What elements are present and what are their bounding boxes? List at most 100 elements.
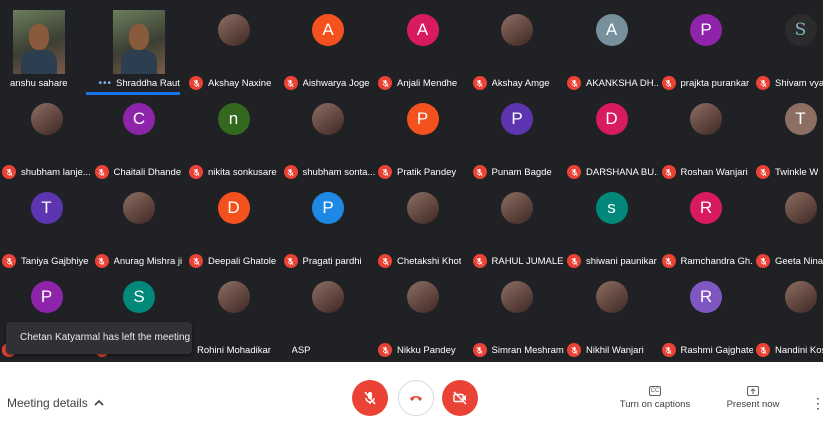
microphone-toggle-button[interactable] [352, 380, 388, 416]
participant-tile[interactable]: Pprajkta purankar [660, 4, 753, 93]
participant-tile[interactable]: Rohini Mohadikar [187, 271, 280, 360]
participant-name-row: Akshay Amge [471, 74, 564, 92]
participant-tile[interactable]: A Aishwarya Joge [282, 4, 375, 93]
participant-name-row: Geeta Ninawe [754, 252, 823, 270]
leave-call-button[interactable] [398, 380, 434, 416]
mic-muted-icon [472, 343, 487, 357]
participant-name: shiwani paunikar [586, 255, 657, 267]
camera-toggle-button[interactable] [442, 380, 478, 416]
participant-name-row: RAHUL JUMALE [471, 252, 564, 270]
participant-name: Akshay Amge [491, 77, 550, 89]
participant-name-row: Rohini Mohadikar [187, 341, 280, 359]
participant-avatar [501, 281, 533, 313]
mic-off-icon [364, 391, 376, 405]
participant-avatar: P [312, 192, 344, 224]
participant-tile[interactable]: T Twinkle W [754, 93, 823, 182]
mic-muted-icon [567, 165, 581, 179]
mic-muted-icon [2, 254, 16, 268]
mic-muted-icon [378, 343, 392, 357]
participant-tile[interactable]: n nikita sonkusare [187, 93, 280, 182]
participant-tile[interactable]: T Taniya Gajbhiye [0, 182, 93, 271]
participant-tile[interactable]: D DARSHANA BU... [565, 93, 658, 182]
mic-muted-icon [189, 254, 203, 268]
participant-name-row: Twinkle W [754, 163, 823, 181]
turn-on-captions-button[interactable]: CC Turn on captions [619, 386, 691, 410]
participant-name: Anjali Mendhe [397, 77, 458, 89]
participant-tile[interactable]: Nandini Kose [754, 271, 823, 360]
participant-name-row: Nikhil Wanjari [565, 341, 658, 359]
participant-avatar [312, 103, 344, 135]
participant-tile[interactable]: Chetakshi Khot [376, 182, 469, 271]
participant-tile[interactable]: A AKANKSHA DH... [565, 4, 658, 93]
participant-name-row: AKANKSHA DH... [565, 74, 658, 92]
participant-avatar [123, 192, 155, 224]
participant-name-row: Roshan Wanjari [660, 163, 753, 181]
mic-muted-icon [378, 165, 392, 179]
participant-tile[interactable]: shubham sonta... [282, 93, 375, 182]
participant-avatar [595, 281, 628, 313]
participant-tile[interactable]: shubham lanje... [0, 93, 93, 182]
participant-tile[interactable]: R Ramchandra Gh... [660, 182, 753, 271]
participant-tile[interactable]: D Deepali Ghatole [187, 182, 280, 271]
participant-avatar [217, 14, 250, 46]
participant-tile[interactable]: Akshay Naxine [187, 4, 280, 93]
participant-tile[interactable]: Simran Meshram [471, 271, 564, 360]
camera-off-icon [453, 391, 467, 405]
participant-tile[interactable]: Nikku Pandey [376, 271, 469, 360]
participant-name: Shivam vyas [775, 77, 823, 89]
participant-tile[interactable]: P Pratik Pandey [376, 93, 469, 182]
participant-tile[interactable]: ••• Shraddha Raut [93, 4, 186, 93]
participant-tile[interactable]: A Anjali Mendhe [376, 4, 469, 93]
participant-tile[interactable]: s shiwani paunikar [565, 182, 658, 271]
participant-tile[interactable]: RAHUL JUMALE [471, 182, 564, 271]
participant-name: anshu sahare [10, 77, 68, 89]
participant-name-row: shubham lanje... [0, 163, 93, 181]
participant-tile[interactable]: P Punam Bagde [471, 93, 564, 182]
participant-tile[interactable]: Anurag Mishra ji [93, 182, 186, 271]
participant-name-row: shiwani paunikar [565, 252, 658, 270]
mic-muted-icon [567, 76, 581, 90]
hang-up-icon [410, 396, 422, 401]
participant-avatar [406, 281, 439, 313]
meeting-details-button[interactable]: Meeting details [7, 396, 104, 410]
participant-tile[interactable]: S Shivam vyas [754, 4, 823, 93]
participant-name: Geeta Ninawe [775, 255, 823, 267]
participant-tile[interactable]: anshu sahare [0, 4, 93, 93]
participant-tile[interactable]: Roshan Wanjari [660, 93, 753, 182]
participant-name-row: Ramchandra Gh... [660, 252, 753, 270]
participant-name: Rohini Mohadikar [197, 344, 271, 356]
mic-muted-icon [378, 76, 392, 90]
participant-name: Anurag Mishra ji [113, 255, 183, 267]
participant-avatar [690, 103, 722, 135]
participant-avatar [406, 192, 439, 224]
participant-video-feed [13, 10, 65, 74]
participant-avatar: A [406, 14, 439, 46]
participant-tile[interactable]: C Chaitali Dhande [93, 93, 186, 182]
participant-avatar: n [217, 103, 250, 135]
mic-muted-icon [94, 254, 109, 268]
participant-avatar [312, 281, 344, 313]
participant-name-row: Punam Bagde [471, 163, 564, 181]
participant-name: Akshay Naxine [208, 77, 272, 89]
present-label: Present now [726, 399, 780, 410]
more-options-icon[interactable]: ⋮ [811, 396, 823, 410]
present-screen-icon [747, 386, 759, 396]
participant-name-row: Pragati pardhi [282, 252, 375, 270]
participant-name-row: Simran Meshram [471, 341, 564, 359]
participant-name: Pragati pardhi [302, 255, 362, 267]
present-now-button[interactable]: Present now [726, 386, 780, 410]
participant-name-row: ••• Shraddha Raut [93, 74, 186, 92]
participant-tile[interactable]: P Pragati pardhi [282, 182, 375, 271]
participant-name-row: Shivam vyas [754, 74, 823, 92]
participant-name: Nikku Pandey [397, 344, 456, 356]
participant-tile[interactable]: Akshay Amge [471, 4, 564, 93]
participant-avatar: T [30, 192, 63, 224]
participant-name: Shraddha Raut [116, 77, 180, 89]
participant-tile[interactable]: ASP [282, 271, 375, 360]
participant-tile[interactable]: Nikhil Wanjari [565, 271, 658, 360]
participant-name: Nandini Kose [775, 344, 823, 356]
participant-name-row: prajkta purankar [660, 74, 753, 92]
participant-name: ASP [291, 344, 311, 356]
participant-tile[interactable]: Geeta Ninawe [754, 182, 823, 271]
participant-tile[interactable]: R Rashmi Gajghate [660, 271, 753, 360]
